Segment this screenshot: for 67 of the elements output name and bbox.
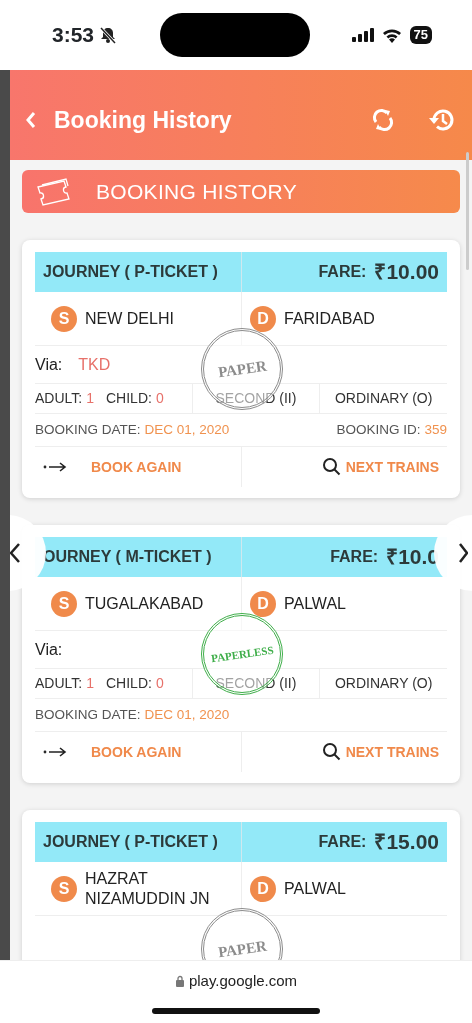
destination-badge: D — [250, 305, 276, 332]
stamp-text: PAPER — [216, 936, 268, 960]
next-trains-button[interactable]: NEXT TRAINS — [345, 456, 439, 478]
signal-icon — [351, 28, 374, 42]
clock-time: 3:53 — [52, 22, 95, 49]
via-label: Via: — [35, 639, 63, 660]
booking-date: DEC 01, 2020 — [144, 705, 230, 724]
destination-station: FARIDABAD — [284, 308, 375, 329]
child-count: 0 — [155, 674, 164, 693]
class-text: SECOND (II) — [215, 389, 297, 408]
book-again-button[interactable]: BOOK AGAIN — [91, 741, 182, 763]
source-station: TUGALAKABAD — [85, 593, 204, 614]
battery-indicator: 75 — [409, 26, 432, 44]
refresh-icon[interactable] — [370, 107, 396, 133]
child-count: 0 — [155, 389, 164, 408]
back-button[interactable] — [24, 110, 38, 130]
lock-icon — [174, 975, 185, 987]
arrow-icon — [43, 746, 67, 758]
via-label: Via: — [35, 354, 63, 375]
chevron-right-icon — [458, 541, 468, 565]
arrow-icon — [43, 461, 67, 473]
source-badge: S — [51, 875, 77, 902]
child-label: CHILD: — [106, 674, 152, 693]
adult-label: ADULT: — [35, 389, 83, 408]
booking-id: 359 — [424, 420, 447, 439]
banner-title: BOOKING HISTORY — [96, 178, 297, 205]
journey-type: JOURNEY ( P-TICKET ) — [43, 262, 218, 282]
adult-count: 1 — [86, 674, 94, 693]
train-type: ORDINARY (O) — [334, 674, 433, 693]
fare-label: FARE: — [318, 262, 367, 282]
journey-type: JOURNEY ( P-TICKET ) — [43, 832, 218, 852]
child-label: CHILD: — [106, 389, 152, 408]
bell-slash-icon — [98, 25, 119, 45]
fare-label: FARE: — [318, 832, 367, 852]
train-type: ORDINARY (O) — [334, 389, 433, 408]
adult-count: 1 — [86, 389, 94, 408]
adult-label: ADULT: — [35, 674, 83, 693]
source-badge: S — [51, 590, 77, 617]
chevron-left-icon — [10, 541, 22, 565]
destination-station: PALWAL — [284, 878, 346, 899]
fare-amount: ₹10.0 — [386, 544, 439, 571]
date-label: BOOKING DATE: — [35, 420, 141, 439]
screen-title: Booking History — [54, 105, 233, 135]
search-icon — [321, 742, 342, 762]
back-icon — [24, 110, 38, 130]
stamp-text: PAPERLESS — [209, 642, 275, 667]
stamp-text: PAPER — [216, 356, 268, 383]
booking-date: DEC 01, 2020 — [144, 420, 230, 439]
search-icon — [321, 457, 342, 477]
fare-amount: ₹10.00 — [374, 259, 439, 286]
source-station: NEW DELHI — [85, 308, 174, 329]
destination-station: PALWAL — [284, 593, 346, 614]
book-again-button[interactable]: BOOK AGAIN — [91, 456, 182, 478]
next-trains-button[interactable]: NEXT TRAINS — [345, 741, 439, 763]
wifi-icon — [381, 27, 402, 43]
id-label: BOOKING ID: — [336, 420, 421, 439]
date-label: BOOKING DATE: — [35, 705, 141, 724]
fare-amount: ₹15.00 — [374, 829, 439, 856]
source-station: HAZRAT NIZAMUDDIN JN — [85, 868, 211, 909]
url-text: play.google.com — [188, 970, 298, 991]
destination-badge: D — [250, 875, 276, 902]
via-station: TKD — [78, 354, 111, 375]
journey-type: OURNEY ( M-TICKET ) — [43, 547, 212, 567]
destination-badge: D — [250, 590, 276, 617]
source-badge: S — [51, 305, 77, 332]
fare-label: FARE: — [330, 547, 379, 567]
ticket-icon — [36, 176, 72, 207]
